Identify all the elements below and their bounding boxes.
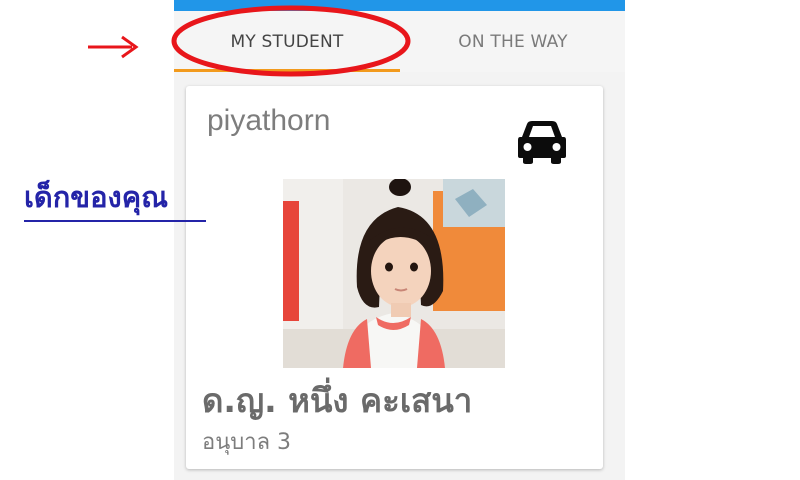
student-class: อนุบาล 3 (202, 430, 292, 455)
student-name: ด.ญ. หนึ่ง คะเสนา (202, 381, 473, 420)
student-photo (283, 179, 505, 368)
car-icon[interactable] (517, 120, 567, 164)
annotation-label: เด็กของคุณ (24, 180, 169, 214)
annotation-highlight-ellipse (171, 5, 411, 77)
parent-username: piyathorn (207, 104, 331, 137)
tab-on-the-way[interactable]: ON THE WAY (400, 11, 626, 72)
student-card[interactable]: piyathorn ด.ญ. หนึ่ง คะเสนา อนุบาล 3 (186, 86, 603, 469)
annotation-label-underline (24, 220, 206, 222)
annotation-arrow-icon (88, 35, 139, 59)
tab-on-the-way-label: ON THE WAY (458, 31, 568, 52)
